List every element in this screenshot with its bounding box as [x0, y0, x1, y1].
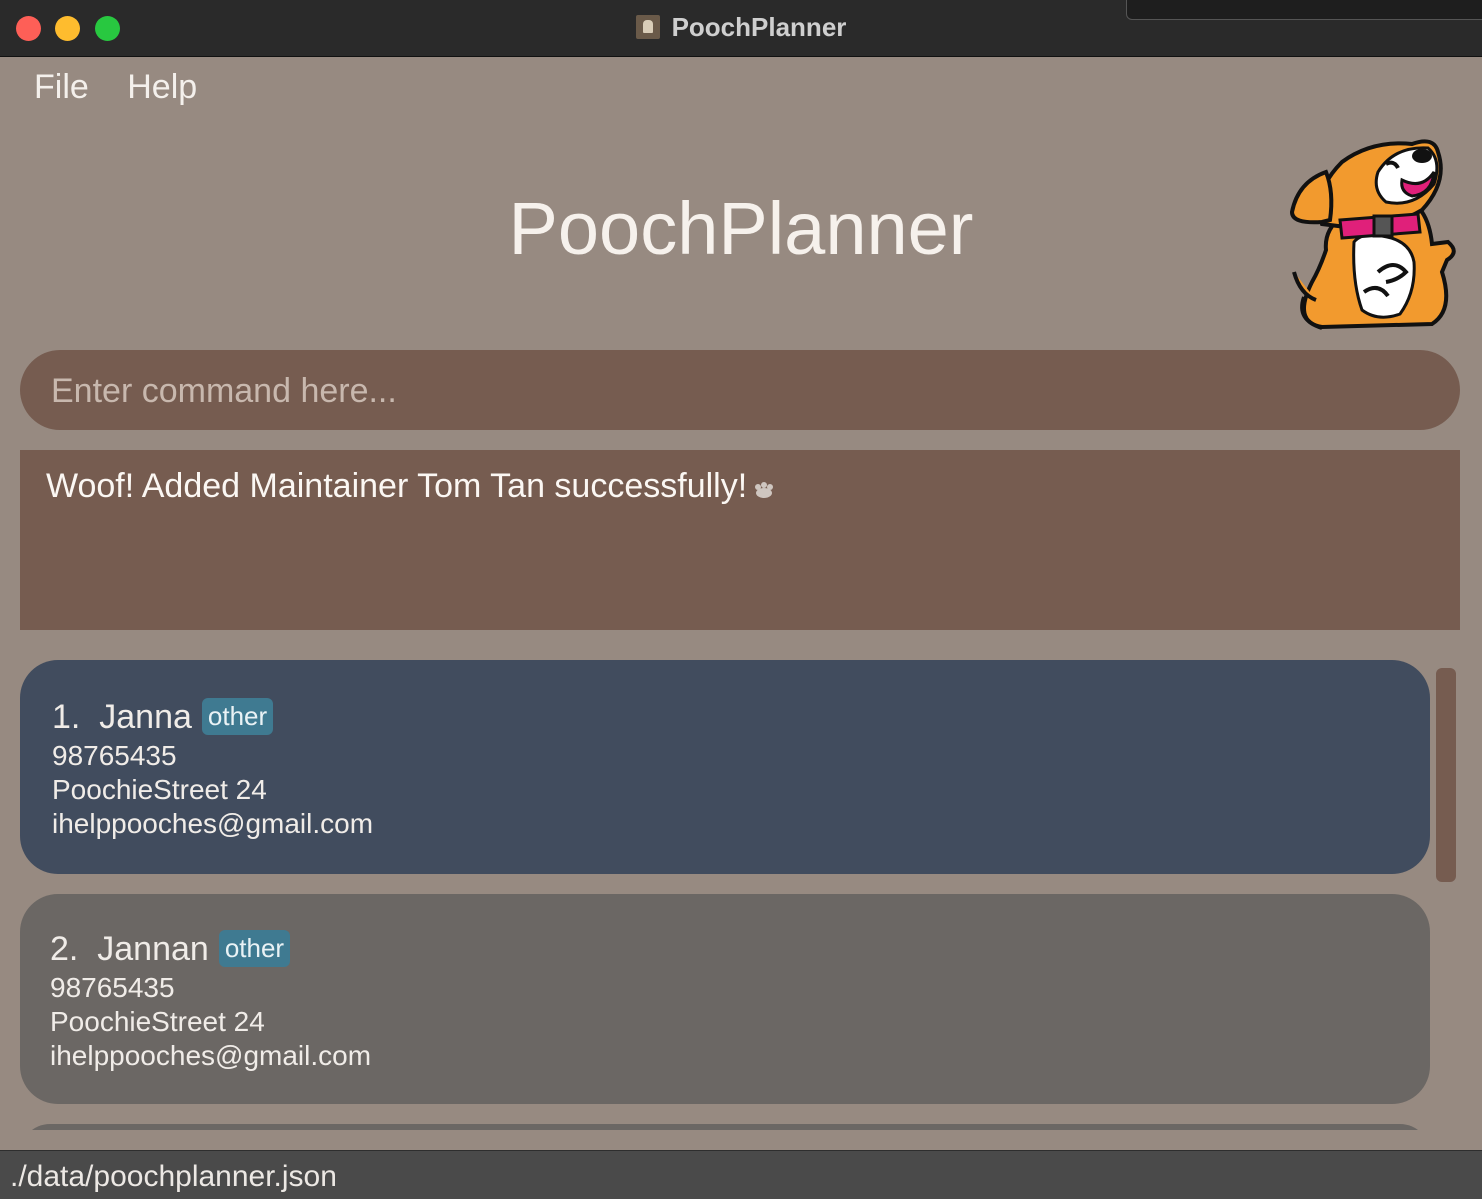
status-bar: ./data/poochplanner.json — [0, 1150, 1482, 1199]
card-phone: 98765435 — [50, 972, 175, 1003]
card-email: ihelppooches@gmail.com — [50, 1040, 372, 1071]
result-message: Woof! Added Maintainer Tom Tan successfu… — [46, 467, 748, 505]
list-item[interactable]: 1. Janna other 98765435 PoochieStreet 24 … — [20, 660, 1430, 874]
menu-help[interactable]: Help — [127, 68, 197, 107]
tag-badge: other — [218, 930, 291, 967]
card-index: 2. — [50, 930, 79, 968]
list-item[interactable] — [20, 1124, 1430, 1130]
command-input[interactable] — [49, 350, 1433, 432]
card-name: Jannan — [97, 930, 209, 968]
window-title: PoochPlanner — [671, 12, 847, 42]
menu-bar: File Help — [34, 68, 231, 107]
paw-icon — [755, 482, 774, 498]
card-index: 1. — [52, 698, 81, 736]
app-heading: PoochPlanner — [508, 187, 974, 270]
dog-mascot-icon — [1289, 139, 1456, 330]
card-phone: 98765435 — [52, 740, 177, 771]
result-message-container: Woof! Added Maintainer Tom Tan successfu… — [46, 467, 775, 506]
app-icon — [635, 15, 660, 39]
list-item[interactable]: 2. Jannan other 98765435 PoochieStreet 24… — [20, 894, 1430, 1104]
card-name: Janna — [99, 698, 192, 736]
tag-badge: other — [201, 698, 274, 735]
menu-file[interactable]: File — [34, 68, 89, 107]
card-header: 2. Jannan other — [50, 930, 291, 969]
data-file-path: ./data/poochplanner.json — [10, 1160, 337, 1193]
card-address: PoochieStreet 24 — [52, 774, 267, 805]
result-display: Woof! Added Maintainer Tom Tan successfu… — [20, 450, 1460, 630]
card-address: PoochieStreet 24 — [50, 1006, 265, 1037]
command-box — [20, 350, 1460, 432]
contact-list[interactable]: 1. Janna other 98765435 PoochieStreet 24 … — [20, 660, 1430, 1130]
card-header: 1. Janna other — [52, 698, 274, 737]
overlapping-window-edge — [1126, 0, 1482, 20]
list-scrollbar[interactable] — [1436, 668, 1456, 882]
card-email: ihelppooches@gmail.com — [52, 808, 374, 839]
